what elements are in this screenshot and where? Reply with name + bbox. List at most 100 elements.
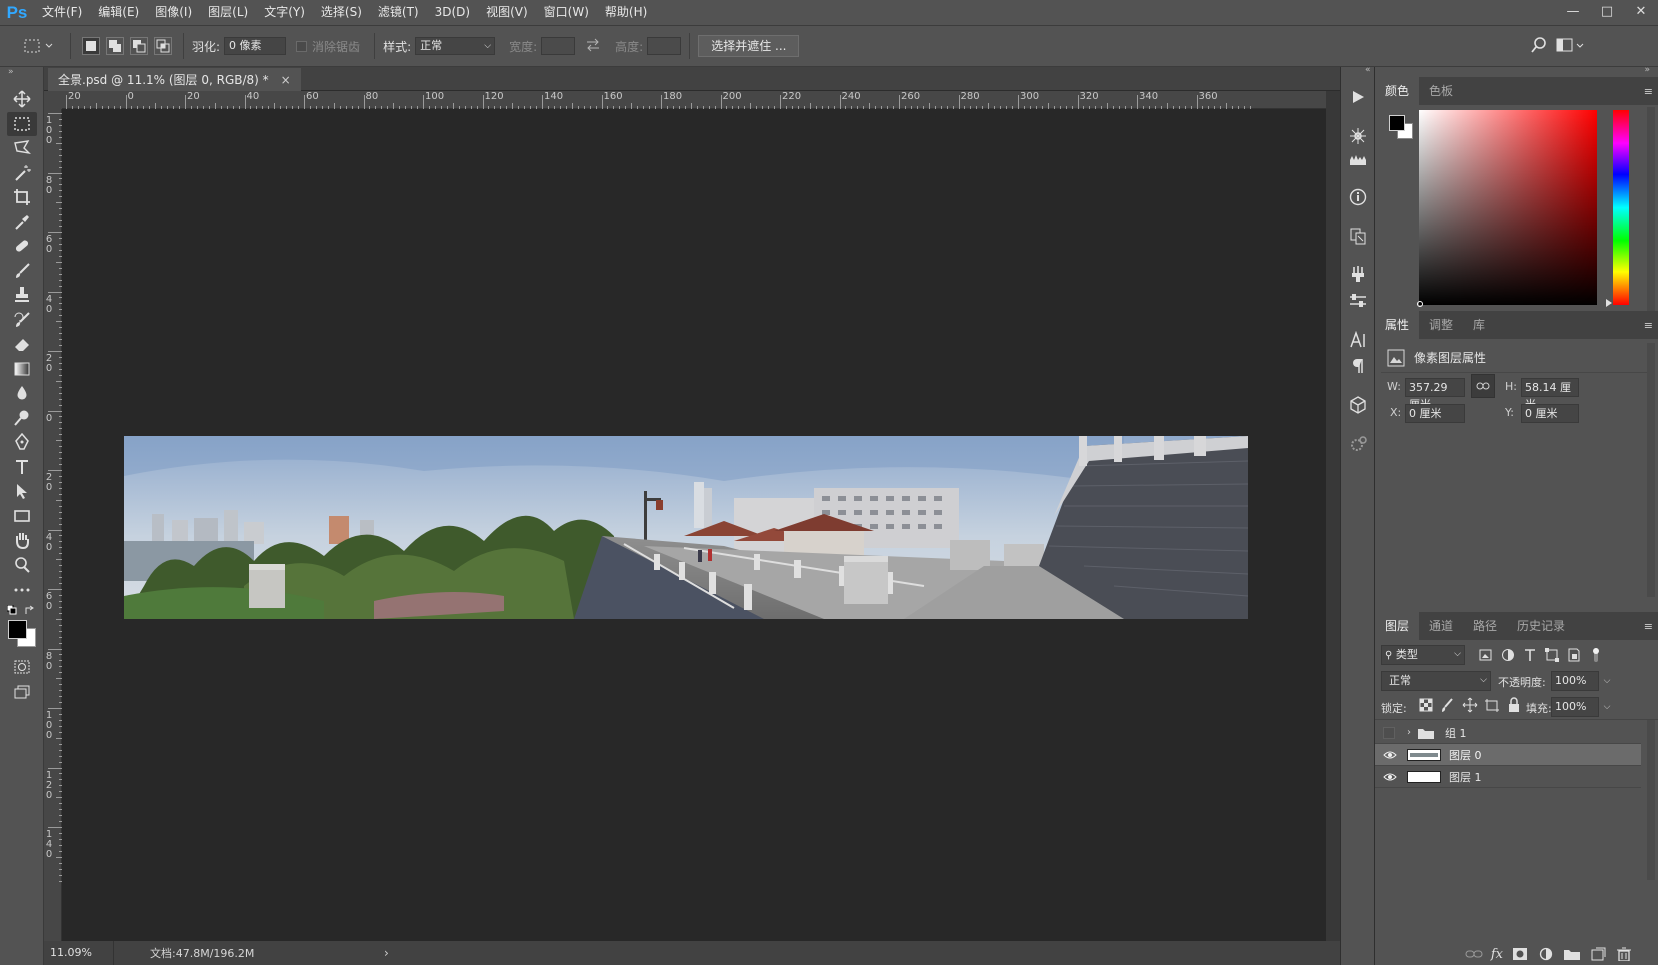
eraser-tool[interactable] bbox=[7, 332, 37, 356]
width-field[interactable]: 357.29 厘米 bbox=[1405, 378, 1465, 411]
zoom-tool[interactable] bbox=[7, 553, 37, 577]
filter-pixel-icon[interactable] bbox=[1475, 647, 1497, 663]
style-select[interactable]: 正常 ⌵ bbox=[415, 37, 496, 55]
chevron-down-icon[interactable]: ⌵ bbox=[1600, 697, 1614, 717]
filter-adjustment-icon[interactable] bbox=[1497, 647, 1519, 663]
tool-preset-picker[interactable] bbox=[22, 37, 56, 55]
panorama-image[interactable] bbox=[124, 436, 1248, 619]
new-fill-adjustment-icon[interactable] bbox=[1537, 947, 1555, 961]
clone-stamp-tool[interactable] bbox=[7, 283, 37, 307]
layer-thumbnail[interactable] bbox=[1407, 748, 1441, 761]
vertical-ruler[interactable]: 100 80 60 40 20 0 20 40 60 80 100 120 140 bbox=[44, 109, 62, 941]
hue-slider[interactable] bbox=[1613, 110, 1629, 305]
panel-menu-icon[interactable]: ≡ bbox=[1644, 620, 1653, 633]
crop-tool[interactable] bbox=[7, 185, 37, 209]
character-panel-button[interactable] bbox=[1346, 328, 1370, 352]
status-menu-arrow[interactable]: › bbox=[384, 946, 389, 960]
expand-panels-icon[interactable]: » bbox=[1644, 65, 1650, 75]
search-icon[interactable] bbox=[1530, 36, 1548, 57]
panel-menu-icon[interactable]: ≡ bbox=[1644, 85, 1653, 98]
trash-icon[interactable] bbox=[1615, 947, 1633, 961]
panel-menu-icon[interactable]: ≡ bbox=[1644, 319, 1653, 332]
tab-libraries[interactable]: 库 bbox=[1463, 311, 1495, 339]
filter-smart-object-icon[interactable] bbox=[1563, 647, 1585, 663]
filter-shape-icon[interactable] bbox=[1541, 647, 1563, 663]
color-field[interactable] bbox=[1419, 110, 1597, 305]
horizontal-ruler[interactable]: 20 0 20 40 60 80 100 120 140 160 180 200 220 240 260 28… bbox=[62, 91, 1326, 109]
vertical-scrollbar[interactable] bbox=[1326, 91, 1340, 941]
antialias-checkbox[interactable]: 消除锯齿 bbox=[296, 38, 360, 55]
info-panel-button[interactable] bbox=[1346, 185, 1370, 209]
intersect-selection-button[interactable] bbox=[154, 37, 172, 55]
layer-filter-select[interactable]: ⚲ 类型 ⌵ bbox=[1381, 645, 1465, 665]
move-tool[interactable] bbox=[7, 87, 37, 111]
blur-tool[interactable] bbox=[7, 381, 37, 405]
y-field[interactable]: 0 厘米 bbox=[1521, 404, 1579, 423]
lasso-tool[interactable] bbox=[7, 136, 37, 160]
new-selection-button[interactable] bbox=[82, 37, 100, 55]
actions-panel-button[interactable] bbox=[1346, 85, 1370, 109]
foreground-color-chip[interactable] bbox=[1389, 115, 1405, 131]
new-group-folder-icon[interactable] bbox=[1563, 947, 1581, 961]
layer-thumbnail[interactable] bbox=[1407, 770, 1441, 783]
swap-dimensions-icon[interactable] bbox=[585, 38, 601, 55]
tab-adjustments[interactable]: 调整 bbox=[1419, 311, 1463, 339]
gradient-tool[interactable] bbox=[7, 357, 37, 381]
tab-swatches[interactable]: 色板 bbox=[1419, 77, 1463, 105]
history-brush-tool[interactable] bbox=[7, 308, 37, 332]
quick-mask-button[interactable] bbox=[7, 655, 37, 679]
adjustment-sliders-button[interactable] bbox=[1346, 289, 1370, 313]
brush-tool[interactable] bbox=[7, 259, 37, 283]
eye-icon[interactable] bbox=[1383, 772, 1397, 782]
width-input[interactable] bbox=[541, 37, 576, 55]
lock-transparent-pixels-icon[interactable] bbox=[1415, 697, 1437, 713]
fill-field[interactable]: 100% bbox=[1551, 697, 1599, 717]
menu-layer[interactable]: 图层(L) bbox=[200, 0, 256, 25]
hand-tool[interactable] bbox=[7, 528, 37, 552]
link-layers-icon[interactable] bbox=[1465, 948, 1483, 960]
lock-artboard-icon[interactable] bbox=[1481, 697, 1503, 713]
maximize-button[interactable]: □ bbox=[1590, 0, 1624, 22]
ruler-origin[interactable] bbox=[44, 91, 62, 109]
tab-channels[interactable]: 通道 bbox=[1419, 612, 1463, 640]
chevron-down-icon[interactable]: ⌵ bbox=[1600, 671, 1614, 691]
tab-color[interactable]: 颜色 bbox=[1375, 77, 1420, 105]
subtract-selection-button[interactable] bbox=[130, 37, 148, 55]
document-canvas[interactable] bbox=[62, 109, 1326, 941]
layer-row-layer-0[interactable]: 图层 0 bbox=[1375, 744, 1641, 766]
clone-source-button[interactable] bbox=[1346, 224, 1370, 248]
document-size-info[interactable]: 文档:47.8M/196.2M bbox=[114, 945, 384, 961]
select-and-mask-button[interactable]: 选择并遮住 ... bbox=[698, 35, 800, 57]
color-panel-scrollbar[interactable] bbox=[1647, 107, 1655, 313]
menu-type[interactable]: 文字(Y) bbox=[256, 0, 313, 25]
timeline-panel-button[interactable] bbox=[1346, 432, 1370, 456]
link-dimensions-button[interactable] bbox=[1471, 374, 1495, 398]
swap-colors-icon[interactable] bbox=[25, 604, 36, 618]
close-window-button[interactable]: ✕ bbox=[1624, 0, 1658, 22]
menu-view[interactable]: 视图(V) bbox=[478, 0, 536, 25]
menu-edit[interactable]: 编辑(E) bbox=[90, 0, 147, 25]
layer-row-group-1[interactable]: › 组 1 bbox=[1375, 722, 1641, 744]
expand-group-chevron-icon[interactable]: › bbox=[1407, 727, 1411, 738]
close-tab-icon[interactable]: × bbox=[281, 73, 291, 87]
feather-input[interactable]: 0 像素 bbox=[224, 37, 287, 55]
new-layer-icon[interactable] bbox=[1589, 947, 1607, 961]
tab-history[interactable]: 历史记录 bbox=[1507, 612, 1575, 640]
pen-tool[interactable] bbox=[7, 430, 37, 454]
filter-toggle-icon[interactable] bbox=[1585, 647, 1607, 663]
tab-layers[interactable]: 图层 bbox=[1375, 612, 1420, 640]
menu-help[interactable]: 帮助(H) bbox=[597, 0, 655, 25]
layer-row-layer-1[interactable]: 图层 1 bbox=[1375, 766, 1641, 788]
menu-select[interactable]: 选择(S) bbox=[313, 0, 370, 25]
blend-mode-select[interactable]: 正常 ⌵ bbox=[1381, 671, 1491, 691]
tab-paths[interactable]: 路径 bbox=[1463, 612, 1507, 640]
foreground-color-swatch[interactable] bbox=[8, 620, 27, 639]
3d-panel-button[interactable] bbox=[1346, 393, 1370, 417]
menu-filter[interactable]: 滤镜(T) bbox=[370, 0, 427, 25]
menu-window[interactable]: 窗口(W) bbox=[536, 0, 597, 25]
lock-image-pixels-icon[interactable] bbox=[1437, 697, 1459, 713]
layers-scrollbar[interactable] bbox=[1647, 720, 1655, 880]
path-selection-tool[interactable] bbox=[7, 479, 37, 503]
edit-toolbar-button[interactable] bbox=[7, 578, 37, 602]
color-picker-cursor[interactable] bbox=[1417, 301, 1423, 307]
